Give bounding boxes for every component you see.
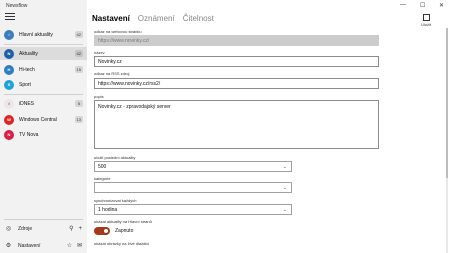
category-select[interactable]: ⌄ — [94, 182, 292, 193]
gear-icon: ⚙ — [5, 243, 12, 249]
scrollbar-thumb[interactable] — [446, 28, 448, 178]
sidebar-item-idnes[interactable]: i iDNES 5 — [0, 97, 87, 110]
app-window: Newsflow ☆ Hlavní aktuality 42 N Aktuali… — [0, 0, 450, 253]
toggle-switch[interactable] — [94, 227, 110, 235]
sport-icon: S — [4, 79, 14, 90]
sync-select[interactable]: 1 hodina ⌄ — [94, 204, 292, 215]
sidebar-item-label: Sport — [19, 81, 31, 88]
hlavni-aktuality-icon: ☆ — [4, 29, 14, 40]
scrollbar[interactable] — [446, 28, 448, 253]
sidebar-item-label: Aktuality — [19, 50, 38, 57]
search-icon[interactable]: ⚲ — [69, 225, 73, 232]
chevron-down-icon: ⌄ — [282, 164, 287, 170]
sidebar-item-label: Hi-tech — [19, 66, 35, 73]
sidebar-item-label: iDNES — [19, 100, 35, 107]
sidebar-item-aktuality[interactable]: N Aktuality 42 — [0, 47, 87, 60]
settings-row[interactable]: ⚙ Nastavení ☆ ✉ — [0, 239, 87, 252]
sidebar-item-label: TV Nova — [19, 131, 39, 138]
sidebar-item-hi-tech[interactable]: H Hi-tech 15 — [0, 63, 87, 76]
save-button[interactable]: Uložit — [421, 14, 431, 27]
name-label: název — [94, 50, 105, 55]
keep-news-value: 500 — [98, 163, 107, 170]
tab-nastaveni[interactable]: Nastavení — [92, 14, 130, 23]
keep-news-select[interactable]: 500 ⌄ — [94, 161, 292, 172]
sidebar-item-tv-nova[interactable]: N TV Nova — [0, 128, 87, 141]
maximize-button[interactable]: ☐ — [420, 2, 425, 9]
chevron-down-icon: ⌄ — [282, 207, 287, 213]
idnes-logo-icon: i — [4, 98, 14, 109]
globe-icon: ◎ — [5, 226, 12, 232]
divider — [4, 44, 83, 45]
sidebar-item-hlavni-aktuality[interactable]: ☆ Hlavní aktuality 42 — [0, 28, 87, 41]
app-title: Newsflow — [6, 3, 28, 9]
settings-label: Nastavení — [18, 242, 41, 249]
description-field[interactable]: Novinky.cz - zpravodajský server — [94, 100, 379, 149]
tv-nova-logo-icon: N — [4, 129, 14, 140]
windows-central-logo-icon: W — [4, 114, 14, 125]
hamburger-menu-icon[interactable] — [5, 13, 15, 21]
mail-icon[interactable]: ✉ — [77, 242, 82, 249]
settings-form: odkaz na webovou stránku https://www.nov… — [88, 28, 450, 253]
hi-tech-icon: H — [4, 64, 14, 75]
rss-link-label: odkaz na RSS zdroj — [94, 71, 130, 76]
tab-oznameni[interactable]: Oznámení — [138, 14, 175, 23]
tab-citelnost[interactable]: Čitelnost — [183, 14, 214, 23]
sidebar: Newsflow ☆ Hlavní aktuality 42 N Aktuali… — [0, 0, 87, 253]
settings-tabs: Nastavení Oznámení Čitelnost — [92, 14, 214, 23]
web-link-field: https://www.novinky.cz/ — [94, 35, 379, 46]
save-label: Uložit — [421, 22, 432, 27]
sidebar-item-windows-central[interactable]: W Windows Central 13 — [0, 113, 87, 126]
close-button[interactable]: ✕ — [439, 2, 444, 9]
sync-value: 1 hodina — [98, 206, 118, 213]
keep-news-label: uložit poslední aktuality — [94, 155, 136, 160]
chevron-down-icon: ⌄ — [282, 185, 287, 191]
novinky-logo-icon: N — [4, 48, 14, 59]
category-label: kategorie — [94, 176, 111, 181]
sidebar-item-label: Windows Central — [19, 116, 57, 123]
live-tile-label: ukázat obrázky na živé dlaždici — [94, 241, 150, 246]
unread-count-badge: 42 — [74, 31, 83, 38]
divider — [4, 219, 83, 220]
rss-link-field[interactable]: https://www.novinky.cz/rss2/ — [94, 78, 379, 89]
name-field[interactable]: Novinky.cz — [94, 56, 379, 67]
sources-row[interactable]: ◎ Zdroje ⚲ + — [0, 222, 87, 235]
web-link-label: odkaz na webovou stránku — [94, 29, 142, 34]
sources-label: Zdroje — [18, 225, 33, 232]
divider — [4, 94, 83, 95]
unread-count-badge: 13 — [74, 116, 83, 123]
description-label: popis — [94, 94, 104, 99]
main-news-toggle[interactable]: Zapnuto — [94, 227, 133, 235]
main-news-label: ukázat aktuality na Hlavní stranů — [94, 219, 152, 224]
unread-count-badge: 15 — [74, 66, 83, 73]
sidebar-item-sport[interactable]: S Sport — [0, 78, 87, 91]
minimize-button[interactable]: — — [400, 2, 406, 8]
star-icon[interactable]: ☆ — [67, 242, 72, 249]
sync-label: synchronizovat každých — [94, 198, 137, 203]
sidebar-item-label: Hlavní aktuality — [19, 31, 53, 38]
save-icon — [422, 14, 430, 21]
add-source-icon[interactable]: + — [78, 226, 82, 232]
unread-count-badge: 42 — [74, 50, 83, 57]
unread-count-badge: 5 — [75, 100, 83, 107]
toggle-label: Zapnuto — [115, 228, 134, 234]
